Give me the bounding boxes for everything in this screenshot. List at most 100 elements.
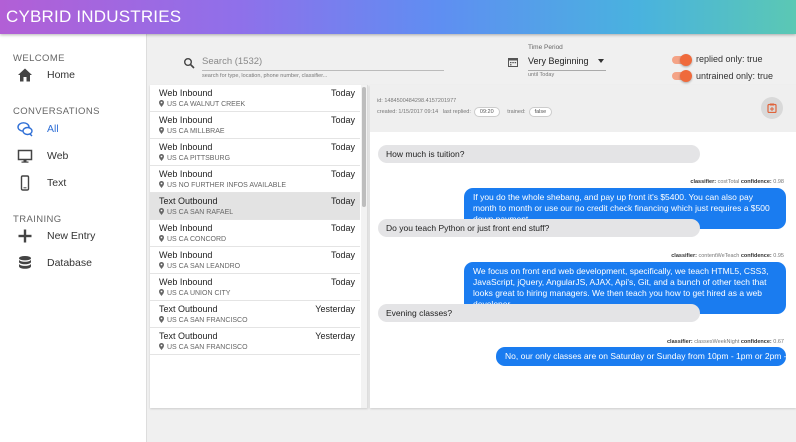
classifier-info: classifier: classesWeekNight confidence:… bbox=[667, 339, 784, 345]
confidence-label: confidence: bbox=[740, 179, 772, 185]
conversation-type: Web Inbound bbox=[159, 88, 213, 98]
conversation-date: Yesterday bbox=[315, 304, 355, 314]
classifier-label: classifier: bbox=[690, 179, 717, 185]
conversation-item[interactable]: Web Inbound Today US CA MILLBRAE bbox=[150, 112, 360, 139]
sidebar-item-label: Database bbox=[47, 257, 92, 269]
sidebar-section-conversations: CONVERSATIONS bbox=[13, 106, 100, 117]
search-input[interactable] bbox=[202, 53, 444, 71]
conversation-meta: created: 1/15/2017 09:14 last replied: 09… bbox=[377, 107, 558, 117]
conversation-item[interactable]: Web Inbound Today US CA PITTSBURG bbox=[150, 139, 360, 166]
location-pin-icon bbox=[159, 100, 164, 107]
conversation-type: Web Inbound bbox=[159, 277, 213, 287]
conversation-location: US CA PITTSBURG bbox=[159, 154, 230, 162]
chat-panel: id: 1484500484298.4157201977 created: 1/… bbox=[370, 85, 796, 408]
conversation-type: Text Outbound bbox=[159, 196, 218, 206]
conversation-date: Today bbox=[330, 250, 355, 260]
location-text: US CA SAN RAFAEL bbox=[167, 209, 234, 216]
location-text: US CA SAN FRANCISCO bbox=[167, 317, 248, 324]
conversation-location: US CA WALNUT CREEK bbox=[159, 100, 245, 108]
incoming-message: How much is tuition? bbox=[378, 145, 700, 163]
location-pin-icon bbox=[159, 316, 164, 323]
confidence-value: 0.95 bbox=[773, 253, 784, 259]
conversation-location: US CA SAN FRANCISCO bbox=[159, 343, 248, 351]
conversation-item[interactable]: Web Inbound Today US CA CONCORD bbox=[150, 220, 360, 247]
conversation-item[interactable]: Web Inbound Today US CA SAN LEANDRO bbox=[150, 247, 360, 274]
replied-only-label: replied only: true bbox=[696, 54, 763, 64]
conversation-date: Today bbox=[330, 169, 355, 179]
conversation-id: id: 1484500484298.4157201977 bbox=[377, 98, 457, 104]
toggle-knob bbox=[680, 70, 692, 82]
untrained-only-toggle[interactable] bbox=[672, 70, 692, 82]
sidebar-item-home[interactable]: Home bbox=[0, 64, 146, 88]
database-icon bbox=[19, 256, 31, 269]
replied-only-toggle[interactable] bbox=[672, 54, 692, 66]
conversation-type: Web Inbound bbox=[159, 169, 213, 179]
sidebar-item-label: All bbox=[47, 123, 59, 135]
location-text: US CA WALNUT CREEK bbox=[167, 101, 246, 108]
conversation-type: Web Inbound bbox=[159, 115, 213, 125]
last-replied-label: last replied: bbox=[442, 109, 471, 115]
created-text: created: 1/15/2017 09:14 bbox=[377, 109, 439, 115]
conversation-item[interactable]: Text Outbound Yesterday US CA SAN FRANCI… bbox=[150, 301, 360, 328]
location-pin-icon bbox=[159, 154, 164, 161]
time-period-select[interactable]: Very Beginning bbox=[528, 53, 606, 71]
phone-icon bbox=[20, 175, 30, 191]
conversation-date: Today bbox=[330, 115, 355, 125]
time-period-until: until Today bbox=[528, 72, 555, 78]
classifier-info: classifier: contentWeTeach confidence: 0… bbox=[671, 253, 784, 259]
sidebar-item-label: Home bbox=[47, 69, 76, 81]
sidebar-item-label: Text bbox=[47, 177, 67, 189]
last-replied-chip: 09:20 bbox=[473, 107, 500, 117]
location-text: US CA SAN LEANDRO bbox=[167, 263, 241, 270]
app-bar: CYBRID INDUSTRIES bbox=[0, 0, 796, 34]
conversation-date: Yesterday bbox=[315, 331, 355, 341]
confidence-label: confidence: bbox=[740, 339, 772, 345]
sidebar-item-database[interactable]: Database bbox=[0, 252, 146, 276]
toggle-knob bbox=[680, 54, 692, 66]
search-icon bbox=[184, 58, 195, 69]
confidence-label: confidence: bbox=[740, 253, 772, 259]
conversation-date: Today bbox=[330, 88, 355, 98]
app-title: CYBRID INDUSTRIES bbox=[6, 7, 182, 26]
conversation-item[interactable]: Web Inbound Today US CA WALNUT CREEK bbox=[150, 85, 360, 112]
chevron-down-icon bbox=[598, 59, 604, 63]
location-pin-icon bbox=[159, 127, 164, 134]
sidebar-section-welcome: WELCOME bbox=[13, 53, 65, 64]
location-text: US CA SAN FRANCISCO bbox=[167, 344, 248, 351]
classifier-value: costTotal bbox=[717, 179, 740, 185]
conversation-location: US CA SAN RAFAEL bbox=[159, 208, 233, 216]
conversation-item[interactable]: Text Outbound Yesterday US CA SAN FRANCI… bbox=[150, 328, 360, 355]
sidebar-item-web[interactable]: Web bbox=[0, 145, 146, 169]
conversation-item[interactable]: Web Inbound Today US NO FURTHER INFOS AV… bbox=[150, 166, 360, 193]
classifier-label: classifier: bbox=[671, 253, 697, 259]
untrained-only-label: untrained only: true bbox=[696, 71, 774, 81]
conversation-list-scrollbar[interactable] bbox=[361, 85, 367, 408]
conversation-type: Text Outbound bbox=[159, 331, 218, 341]
conversation-item-selected[interactable]: Text Outbound Today US CA SAN RAFAEL bbox=[150, 193, 360, 220]
copy-button[interactable] bbox=[761, 97, 783, 119]
location-text: US CA MILLBRAE bbox=[167, 128, 225, 135]
conversation-list: Web Inbound Today US CA WALNUT CREEK Web… bbox=[150, 85, 368, 408]
location-pin-icon bbox=[159, 235, 164, 242]
sidebar-item-new-entry[interactable]: New Entry bbox=[0, 225, 146, 249]
sidebar-item-label: New Entry bbox=[47, 230, 96, 242]
confidence-value: 0.98 bbox=[773, 179, 784, 185]
location-pin-icon bbox=[159, 343, 164, 350]
conversation-date: Today bbox=[330, 142, 355, 152]
location-text: US CA PITTSBURG bbox=[167, 155, 231, 162]
location-pin-icon bbox=[159, 289, 164, 296]
confidence-value: 0.67 bbox=[773, 339, 784, 345]
classifier-value: contentWeTeach bbox=[698, 253, 740, 259]
scrollbar-thumb[interactable] bbox=[362, 87, 366, 207]
search-hint: search for type, location, phone number,… bbox=[202, 73, 328, 79]
home-icon bbox=[18, 68, 32, 82]
conversation-location: US NO FURTHER INFOS AVAILABLE bbox=[159, 181, 286, 189]
conversation-item[interactable]: Web Inbound Today US CA UNION CITY bbox=[150, 274, 360, 301]
calendar-icon bbox=[508, 58, 518, 67]
conversation-type: Web Inbound bbox=[159, 250, 213, 260]
classifier-label: classifier: bbox=[666, 339, 693, 345]
sidebar-item-all[interactable]: All bbox=[0, 118, 146, 142]
sidebar-item-text[interactable]: Text bbox=[0, 172, 146, 196]
location-text: US NO FURTHER INFOS AVAILABLE bbox=[167, 182, 287, 189]
chat-bubbles-icon bbox=[17, 122, 33, 137]
